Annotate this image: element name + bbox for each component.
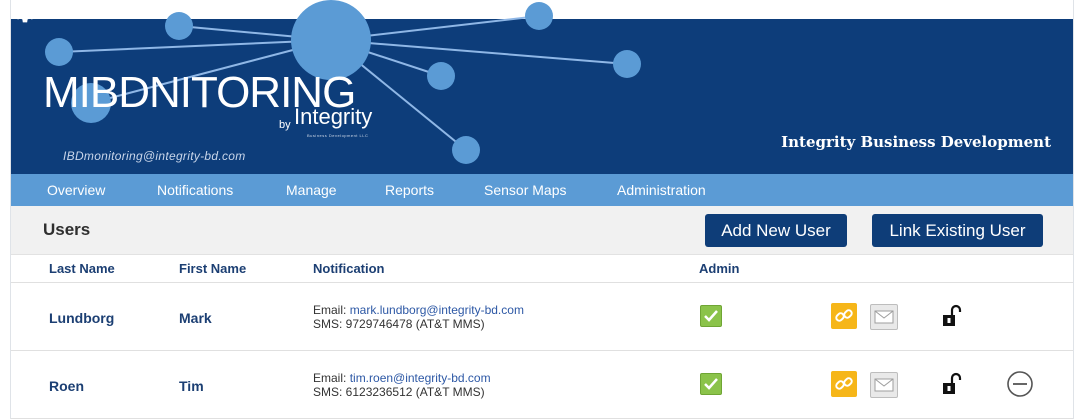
sms-value: SMS: 6123236512 (AT&T MMS) <box>313 385 485 399</box>
header-last-name: Last Name <box>49 261 115 276</box>
table-row: Roen Tim Email: tim.roen@integrity-bd.co… <box>11 351 1073 419</box>
admin-checkbox[interactable] <box>700 305 722 327</box>
gear-icon[interactable] <box>11 0 37 26</box>
admin-checkbox[interactable] <box>700 373 722 395</box>
header-banner: MIBDNITORING by Integrity Business Devel… <box>11 0 1073 174</box>
company-name: Integrity Business Development <box>781 133 1051 151</box>
header-notification: Notification <box>313 261 385 276</box>
support-email: IBDmonitoring@integrity-bd.com <box>63 149 246 163</box>
brand-integrity: Integrity <box>294 104 373 129</box>
notification-cell: Email: tim.roen@integrity-bd.com SMS: 61… <box>313 371 491 399</box>
sms-value: SMS: 9729746478 (AT&T MMS) <box>313 317 485 331</box>
last-name-cell[interactable]: Lundborg <box>49 310 114 326</box>
nav-reports[interactable]: Reports <box>385 182 434 198</box>
checkmark-icon <box>704 378 718 390</box>
link-existing-user-button[interactable]: Link Existing User <box>872 214 1043 247</box>
link-icon[interactable] <box>831 303 857 329</box>
brand-by: by <box>279 119 291 131</box>
app-frame: MIBDNITORING by Integrity Business Devel… <box>10 0 1074 419</box>
page-title: Users <box>43 220 91 239</box>
users-section-header: Users Add New User Link Existing User <box>11 206 1073 255</box>
header-admin: Admin <box>699 261 740 276</box>
header-first-name: First Name <box>179 261 247 276</box>
first-name-cell: Tim <box>179 378 204 394</box>
unlock-icon[interactable] <box>941 371 963 397</box>
email-label: Email: <box>313 303 350 317</box>
email-label: Email: <box>313 371 350 385</box>
nav-notifications[interactable]: Notifications <box>157 182 233 198</box>
nav-sensor-maps[interactable]: Sensor Maps <box>484 182 566 198</box>
mail-icon[interactable] <box>870 372 898 398</box>
link-icon[interactable] <box>831 371 857 397</box>
email-value: mark.lundborg@integrity-bd.com <box>349 303 524 317</box>
checkmark-icon <box>704 310 718 322</box>
nav-administration[interactable]: Administration <box>617 182 706 198</box>
nav-overview[interactable]: Overview <box>47 182 105 198</box>
unlock-icon[interactable] <box>941 303 963 329</box>
notification-cell: Email: mark.lundborg@integrity-bd.com SM… <box>313 303 524 331</box>
table-header: Last Name First Name Notification Admin <box>11 254 1073 283</box>
last-name-cell[interactable]: Roen <box>49 378 84 394</box>
brand-integrity-sub: Business Development LLC <box>307 133 369 138</box>
main-nav: Overview Notifications Manage Reports Se… <box>11 174 1073 206</box>
table-row: Lundborg Mark Email: mark.lundborg@integ… <box>11 283 1073 351</box>
remove-user-icon[interactable] <box>1006 370 1034 398</box>
mail-icon[interactable] <box>870 304 898 330</box>
add-new-user-button[interactable]: Add New User <box>705 214 847 247</box>
email-value: tim.roen@integrity-bd.com <box>349 371 491 385</box>
first-name-cell: Mark <box>179 310 212 326</box>
nav-manage[interactable]: Manage <box>286 182 337 198</box>
